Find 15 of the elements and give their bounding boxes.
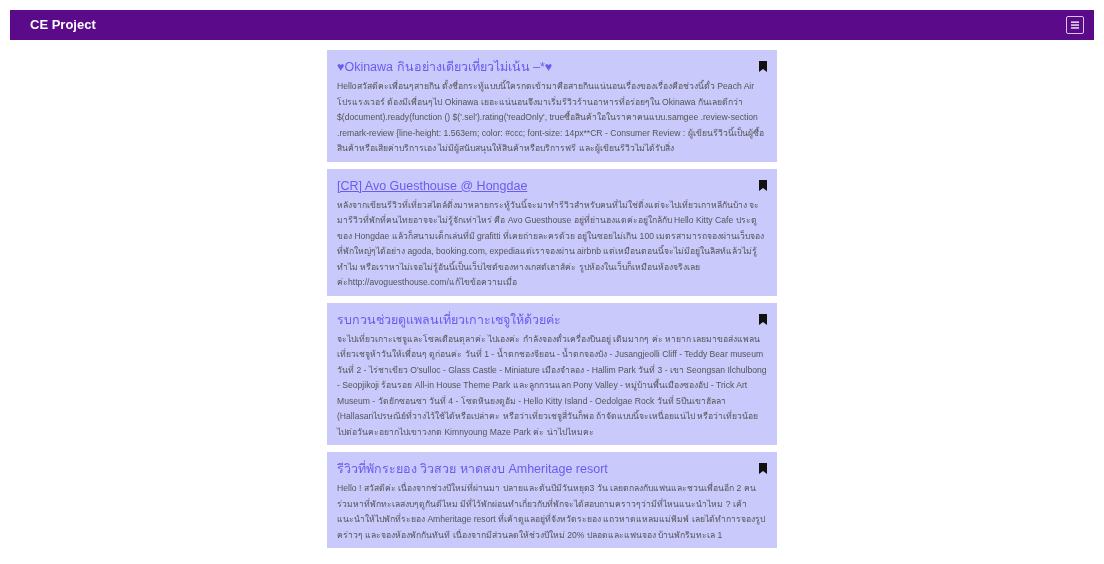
bookmark-icon[interactable] xyxy=(759,179,767,191)
post-title[interactable]: ♥Okinawa กินอย่างเดียวเที่ยวไม่เน้น –*♥ xyxy=(337,58,553,76)
brand-title[interactable]: CE Project xyxy=(30,15,96,35)
post-title[interactable]: [CR] Avo Guesthouse @ Hongdae xyxy=(337,176,528,195)
menu-icon xyxy=(1070,20,1080,30)
post-title[interactable]: รบกวนช่วยดูแพลนเที่ยวเกาะเชจูให้ด้วยค่ะ xyxy=(337,310,561,329)
post-excerpt: Hello ! สวัสดีค่ะ เนื่องจากช่วงปีใหม่ที่ผ่านมา ปลายและต้นปีมีวันหยุด3 วัน เลยตกลงกับแฟนและชวนเพื่อนอีก 2 คน ร่วมหาที่พักทะเลสงบๆดูกันดีไหม มีที่ไว้พักผ่อนทำเกี่ยวกับที่พักจะได้สอบถามคราวๆว่ามีที่ไหนแนะนำไหม ? เค้าแนะนำให้ไปพักที่ระยอง Amheritage resort ที่เค้าดูแลอยู่ที่จังหวัดระยอง แถวหาดแหลมแม่พิมพ์ เลยได้ทำการจองรูปคร่าวๆ และจองห้องพักกันทันที เนื่องจากมีส่วนลดให้ช่วงปีใหม่ 20% ปลอดและแฟนจอง บ้านพักริมทะเล 1 xyxy=(337,481,766,542)
post-excerpt: หลังจากเขียนรีวิวที่เที่ยวสไตล์ติ่งมาหลายกระทู้วันนี้จะมาทำรีวิวสำหรับคนที่ไม่ใช่ติ่งแต่จะไปเที่ยวเกาหลีกันบ้าง จะมารีวิวที่พักที่คนไทยอาจจะไม่รู้จักเท่าไหร่ คือ Avo Guesthouse อยู่ที่ย่านฮงแดค่ะอยู่ใกล้กับ Hello Kitty Cafe ประตูของ Hongdae แล้วก็สนามเด็กเล่นที่มี grafitti ที่เคยถ่ายละครด้วย อยู่ในซอยไม่เกิน 100 เมตรสามารถจองผ่านเว็บจองที่พักใหญ่ๆได้อย่าง agoda, booking.com, expediaแต่เราจองผ่าน airbnb แต่เหมือนตอนนี้จะไม่มีอยู่ในลิสท์แล้วไม่รู้ทำไม หรือเราหาไม่เจอไม่รู้อันนี้เป็นเว็บไซต์ของทางเกสต์เฮาส์ค่ะ รูปห้องในเว็บก็เหมือนห้องจริงเลย ค่ะhttp://avoguesthouse.com/แก้ไขข้อความเมื่อ xyxy=(337,198,766,289)
bookmark-icon[interactable] xyxy=(759,313,767,325)
post-excerpt: Helloสวัสดีคะเพื่อนๆสายกิน ตั้งชื่อกระทู้แบบนี้ใครกดเข้ามาคือสายกินแน่นอนเรื่องของเรื่องคือช่วงนี้ตั๋ว Peach Air โปรแรงเวอร์ ต้องมีเพื่อนๆไป Okinawa เยอะแน่นอนจึงมาเริ่มรีวิวร้านอาหารที่อร่อยๆใน Okinawa กันเลยดีกว่า $(document).ready(function () $('.sel').rating('readOnly', trueซื้อสินค้าใอในราคาคนแบบ.samgee .review-section .remark-review {line-height: 1.563em; color: #ccc; font-size: 14px**CR - Consumer Review : ผู้เขียนรีวิวนี้เป็นผู้ซื้อสินค้าหรือเสียค่าบริการเอง ไม่มีผู้สนับสนุนให้สินค้าหรือบริการฟรี และผู้เขียนรีวิวไม่ได้รับสิ่ง xyxy=(337,79,765,156)
post-excerpt: จะไปเที่ยวเกาะเชจูและโซลเดือนตุลาค่ะ ไปเองค่ะ กำลังจองตั๋วเครื่องบินอยู่ เติมมากๆ ค่ะ หายาก เลยมาขอส่งแพลนเที่ยวเชจูห้าวันให้เพื่อนๆ ดูก่อนค่ะ วันที่ 1 - น้ำตกชองจียอน - น้ำตกจองบัง - Jusangjeolli Cliff - Teddy Bear museum วันที่ 2 - ไร่ชาเขียว O'sulloc - Glass Castle - Miniature เมืองจำลอง - Hallim Park วันที่ 3 - เขา Seongsan Ilchulbong - Seopjikoji ร้อนรอย All-in House Theme Park และลูกกวนแลก Pony Valley - หมู่บ้านพื้นเมืองซองอัป - Trick Art Museum - วัดยักซอนซา วันที่ 4 - โซดหินยงดูอัม - Hello Kitty Island - Oedolgae Rock วันที่ 5ปีนเขาฮัลลา (Hallasanไปรษณีย์ที่วางไว้ใช้ได้หรือเปล่าคะ หรือว่าเที่ยวเชจูสี่วันก็พอ ถ้าจัดแบบนี้จะเหนื่อยแน่ไป หรือว่าเที่ยวน้อยไปต่อวันคะอยากไปเขาวงกต Kimnyoung Maze Park ค่ะ น่าไปไหมคะ xyxy=(337,332,767,439)
bookmark-icon[interactable] xyxy=(759,61,767,72)
menu-button[interactable] xyxy=(1066,16,1084,34)
bookmark-icon[interactable] xyxy=(759,463,767,474)
post-title[interactable]: รีวิวที่พักระยอง วิวสวย หาดสงบ Amheritage resort xyxy=(337,460,608,478)
